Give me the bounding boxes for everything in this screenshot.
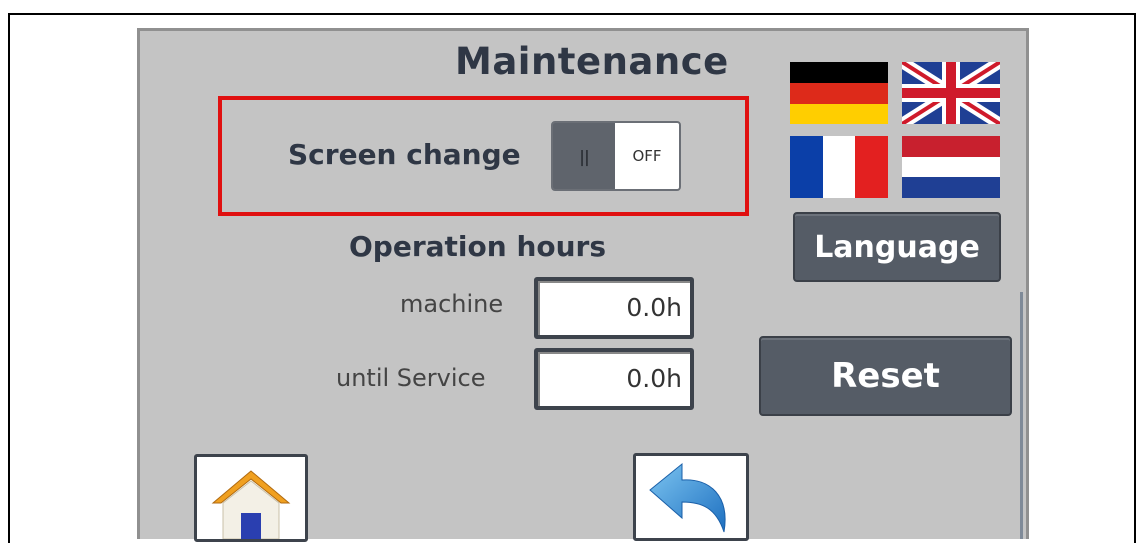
screen-change-toggle[interactable]: || OFF (551, 121, 681, 191)
page-title: Maintenance (455, 40, 729, 83)
netherlands-flag-icon[interactable] (902, 136, 1000, 198)
back-arrow-icon (649, 462, 726, 533)
until-service-value: 0.0h (626, 364, 682, 393)
until-service-field: 0.0h (534, 348, 694, 410)
screen-change-label: Screen change (288, 138, 521, 171)
back-button[interactable] (633, 453, 749, 541)
language-button[interactable]: Language (793, 212, 1001, 282)
machine-label: machine (400, 290, 504, 318)
toggle-knob[interactable]: || (553, 123, 615, 189)
machine-hours-field: 0.0h (534, 277, 694, 339)
scroll-edge (1020, 292, 1023, 539)
reset-button[interactable]: Reset (759, 336, 1012, 416)
home-button[interactable] (194, 454, 308, 542)
german-flag-icon[interactable] (790, 62, 888, 124)
france-flag-icon[interactable] (790, 136, 888, 198)
home-icon (211, 470, 291, 539)
operation-hours-heading: Operation hours (349, 230, 607, 263)
toggle-state: OFF (615, 123, 679, 189)
uk-flag-icon[interactable] (902, 62, 1000, 124)
until-service-label: until Service (336, 364, 486, 392)
machine-hours-value: 0.0h (626, 293, 682, 322)
